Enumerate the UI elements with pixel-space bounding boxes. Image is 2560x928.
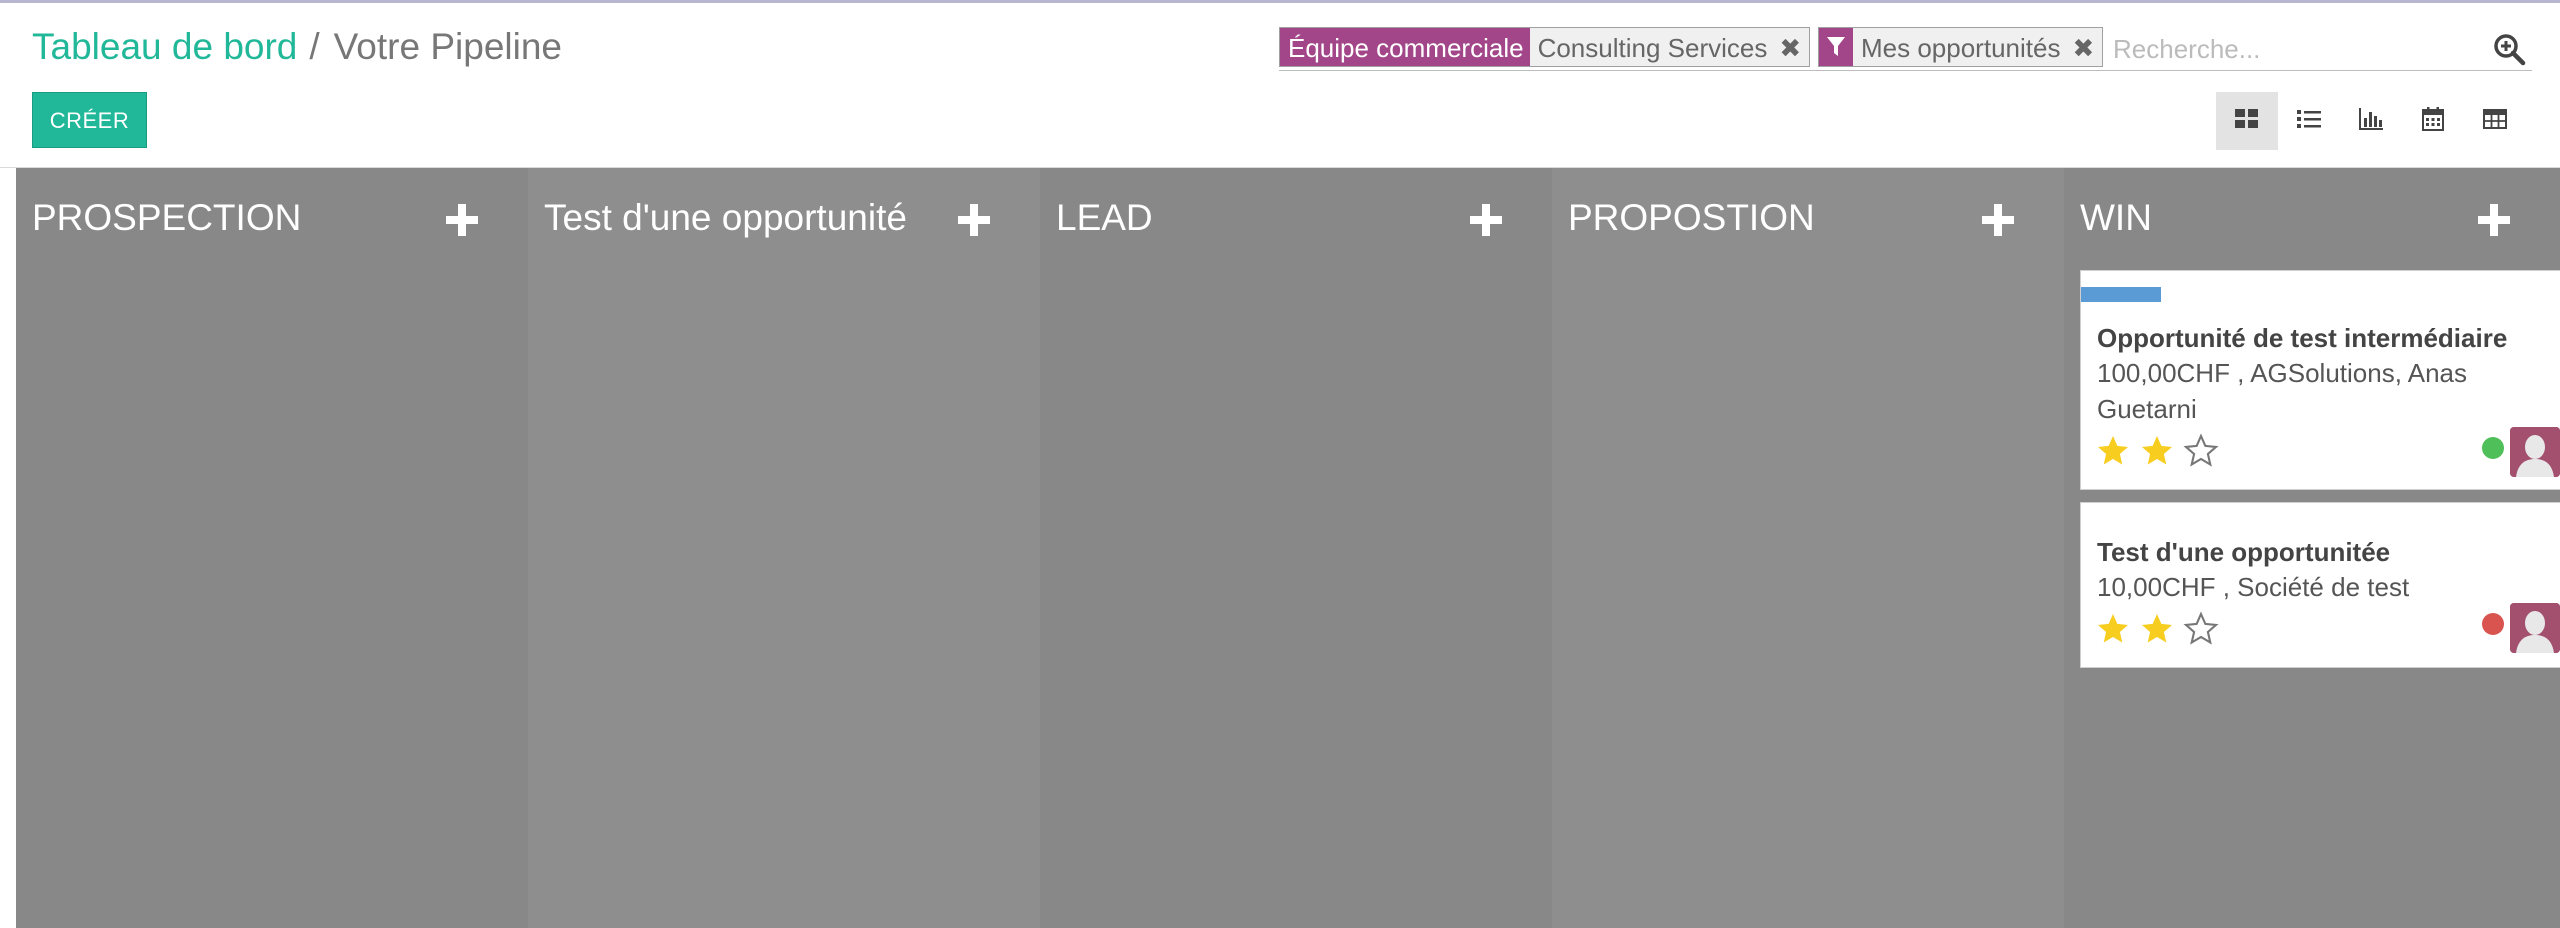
search-bar: Équipe commerciale Consulting Services ✖… [1279,27,2532,71]
search-facet-filter: Mes opportunités ✖ [1818,27,2104,67]
priority-stars[interactable] [2095,611,2219,647]
kanban-column-prospection: PROSPECTION [16,168,528,928]
kanban-column-lead: LEAD [1040,168,1552,928]
search-input[interactable] [2111,29,2495,69]
quick-create-plus-icon[interactable] [2476,202,2512,238]
star-filled-icon[interactable] [2095,433,2131,469]
quick-create-plus-icon[interactable] [1468,202,1504,238]
kanban-column-test: Test d'une opportunité [528,168,1040,928]
facet-label: Équipe commerciale [1280,28,1530,66]
create-button[interactable]: CRÉER [32,92,147,148]
card-info: 100,00CHF , AGSolutions, Anas Guetarni [2097,358,2467,424]
avatar [2510,427,2560,477]
search-options-icon[interactable] [2491,31,2527,67]
breadcrumb-dashboard-link[interactable]: Tableau de bord [32,26,297,67]
card-color-tag [2081,287,2161,302]
quick-create-plus-icon[interactable] [956,202,992,238]
star-empty-icon[interactable] [2183,433,2219,469]
priority-stars[interactable] [2095,433,2219,469]
status-dot-green[interactable] [2482,437,2504,459]
quick-create-plus-icon[interactable] [1980,202,2016,238]
column-background [1552,168,2064,928]
control-panel: Tableau de bord / Votre Pipeline CRÉER Équ… [0,3,2560,168]
column-title[interactable]: WIN [2080,196,2152,240]
status-dot-red[interactable] [2482,613,2504,635]
kanban-board: PROSPECTION Test d'une opportunité LEAD … [0,168,2560,928]
star-filled-icon[interactable] [2095,611,2131,647]
column-title[interactable]: PROPOSTION [1568,196,1815,240]
facet-value: Consulting Services [1529,28,1774,66]
column-title[interactable]: PROSPECTION [32,196,301,240]
kanban-column-proposition: PROPOSTION [1552,168,2064,928]
column-background [528,168,1040,928]
quick-create-plus-icon[interactable] [444,202,480,238]
kanban-view-icon [2235,108,2259,134]
column-background [1040,168,1552,928]
pivot-view-button[interactable] [2464,92,2526,150]
calendar-view-icon [2422,106,2444,136]
view-switcher [2216,92,2526,150]
star-filled-icon[interactable] [2139,433,2175,469]
column-title[interactable]: LEAD [1056,196,1153,240]
list-view-icon [2297,109,2321,134]
star-empty-icon[interactable] [2183,611,2219,647]
list-view-button[interactable] [2278,92,2340,150]
remove-facet-icon[interactable]: ✖ [1773,28,1810,66]
filter-icon [1819,28,1853,66]
kanban-view-button[interactable] [2216,92,2278,150]
star-filled-icon[interactable] [2139,611,2175,647]
column-title[interactable]: Test d'une opportunité [544,196,907,240]
kanban-card[interactable]: Test d'une opportunitée 10,00CHF , Socié… [2080,502,2560,668]
pivot-view-icon [2483,108,2507,134]
avatar [2510,603,2560,653]
remove-facet-icon[interactable]: ✖ [2066,28,2103,66]
calendar-view-button[interactable] [2402,92,2464,150]
column-background [16,168,528,928]
kanban-card[interactable]: Opportunité de test intermédiaire 100,00… [2080,270,2560,490]
kanban-column-win: WIN Opportunité de test intermédiaire 10… [2064,168,2560,928]
breadcrumb-separator: / [309,26,320,67]
card-info: 10,00CHF , Société de test [2097,572,2410,602]
breadcrumb: Tableau de bord / Votre Pipeline [32,25,562,69]
card-title: Test d'une opportunitée [2097,537,2391,567]
facet-value: Mes opportunités [1853,28,2067,66]
card-title: Opportunité de test intermédiaire [2097,323,2508,353]
graph-view-button[interactable] [2340,92,2402,150]
graph-view-icon [2359,107,2383,135]
breadcrumb-current: Votre Pipeline [333,26,562,67]
search-facet-sales-team: Équipe commerciale Consulting Services ✖ [1279,27,1811,67]
